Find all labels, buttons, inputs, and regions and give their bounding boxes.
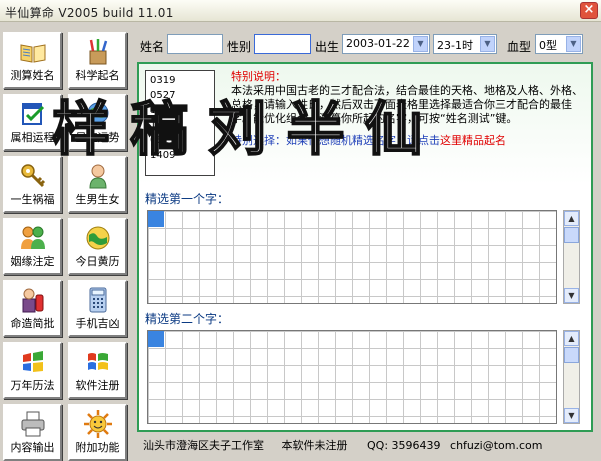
title-bar: 半仙算命 V2005 build 11.01 × <box>0 0 601 22</box>
list-item[interactable]: 1409 <box>150 148 210 163</box>
sidebar-item-label: 一生祸福 <box>10 193 55 206</box>
chevron-down-icon[interactable]: ▼ <box>564 408 579 423</box>
list-item[interactable]: 1324 <box>150 118 210 133</box>
sidebar: 测算姓名 科学起名 属相运程 星座运势 一生祸福 生男生女 姻缘注定 今日黄历 … <box>0 28 132 461</box>
blood-value: 0型 <box>539 39 557 52</box>
gender-label: 性别 <box>227 40 252 54</box>
sidebar-item-label: 生男生女 <box>75 193 120 206</box>
chevron-up-icon[interactable]: ▲ <box>564 211 579 226</box>
sidebar-item-phone-luck[interactable]: 手机吉凶 <box>68 280 127 337</box>
sidebar-item-horoscope[interactable]: 星座运势 <box>68 94 127 151</box>
windows-flag-icon <box>22 351 43 372</box>
scroll-thumb[interactable] <box>564 227 579 243</box>
gender-input[interactable] <box>254 34 311 54</box>
window-title: 半仙算命 V2005 build 11.01 <box>5 6 174 20</box>
description-body: 本法采用中国古老的三才配合法，结合最佳的天格、地格及人格、外格、总格，请输入姓氏… <box>231 84 583 125</box>
sidebar-item-label: 软件注册 <box>75 379 120 392</box>
second-char-grid[interactable] <box>147 330 557 424</box>
first-char-title: 精选第一个字： <box>145 192 230 206</box>
list-item[interactable]: 0319 <box>150 73 210 88</box>
calendar-check-icon <box>21 103 44 125</box>
sidebar-item-name-test[interactable]: 测算姓名 <box>3 32 62 89</box>
sidebar-item-label: 今日黄历 <box>75 255 120 268</box>
registration-status: 本软件未注册 <box>281 439 348 452</box>
selected-cell[interactable] <box>148 331 164 347</box>
baby-icon <box>88 164 107 189</box>
sidebar-item-label: 属相运程 <box>10 131 55 144</box>
sidebar-item-label: 内容输出 <box>10 441 55 454</box>
second-char-title: 精选第二个字： <box>145 312 230 326</box>
sidebar-item-label: 科学起名 <box>75 69 120 82</box>
sidebar-item-export[interactable]: 内容输出 <box>3 404 62 461</box>
scroll-thumb[interactable] <box>564 347 579 363</box>
random-name-hint: 特别选择：如果你想随机精选名字，请点击这里精品起名 <box>231 134 586 148</box>
list-item[interactable]: 0527 <box>150 88 210 103</box>
chevron-down-icon[interactable]: ▼ <box>480 36 495 52</box>
printer-icon <box>21 411 44 437</box>
earth-icon <box>86 226 109 250</box>
code-list[interactable]: 0319 0527 1121 1324 0611 1409 <box>145 70 215 176</box>
sidebar-item-baby-gender[interactable]: 生男生女 <box>68 156 127 213</box>
first-grid-scrollbar[interactable]: ▲ ▼ <box>563 210 580 304</box>
hour-value: 23-1时 <box>437 39 473 52</box>
list-item[interactable]: 1121 <box>150 103 210 118</box>
sidebar-item-label: 手机吉凶 <box>75 317 120 330</box>
status-bar: 汕头市澄海区夫子工作室 本软件未注册 QQ: 3596439 chfuzi@to… <box>137 436 593 456</box>
second-grid-scrollbar[interactable]: ▲ ▼ <box>563 330 580 424</box>
chevron-down-icon[interactable]: ▼ <box>413 36 428 52</box>
close-button[interactable]: × <box>580 2 598 19</box>
sun-icon <box>83 410 112 438</box>
sidebar-item-almanac[interactable]: 今日黄历 <box>68 218 127 275</box>
sidebar-item-life-fortune[interactable]: 一生祸福 <box>3 156 62 213</box>
hour-select[interactable]: 23-1时 ▼ <box>433 34 497 54</box>
blood-select[interactable]: 0型 ▼ <box>535 34 583 54</box>
premium-name-link[interactable]: 这里精品起名 <box>440 134 506 147</box>
sidebar-item-extras[interactable]: 附加功能 <box>68 404 127 461</box>
hint-text: 特别选择：如果你想随机精选名字，请点击 <box>231 134 440 147</box>
windows-logo-icon <box>87 353 108 370</box>
chevron-down-icon[interactable]: ▼ <box>566 36 581 52</box>
calculator-icon <box>89 287 106 313</box>
sidebar-item-marriage[interactable]: 姻缘注定 <box>3 218 62 275</box>
description-heading: 特别说明： <box>231 70 286 83</box>
input-row: 姓名 性别 出生 2003-01-22 ▼ 23-1时 ▼ 血型 0型 ▼ <box>137 34 597 56</box>
sidebar-item-name-gen[interactable]: 科学起名 <box>68 32 127 89</box>
main-panel: 0319 0527 1121 1324 0611 1409 特别说明： 本法采用… <box>137 62 593 432</box>
info-area: 0319 0527 1121 1324 0611 1409 特别说明： 本法采用… <box>139 64 591 184</box>
sidebar-item-label: 附加功能 <box>75 441 120 454</box>
sidebar-item-label: 星座运势 <box>75 131 120 144</box>
sidebar-item-perpetual-calendar[interactable]: 万年历法 <box>3 342 62 399</box>
name-input[interactable] <box>167 34 223 54</box>
blood-label: 血型 <box>507 40 532 54</box>
sidebar-item-label: 命造简批 <box>10 317 55 330</box>
sidebar-item-register[interactable]: 软件注册 <box>68 342 127 399</box>
date-value: 2003-01-22 <box>346 37 410 50</box>
sidebar-item-destiny-brief[interactable]: 命造简批 <box>3 280 62 337</box>
sidebar-item-label: 万年历法 <box>10 379 55 392</box>
qq-text: QQ: 3596439 <box>367 439 441 452</box>
description: 特别说明： 本法采用中国古老的三才配合法，结合最佳的天格、地格及人格、外格、总格… <box>231 70 586 148</box>
couple-icon <box>20 226 45 249</box>
chevron-up-icon[interactable]: ▲ <box>564 331 579 346</box>
company-text: 汕头市澄海区夫子工作室 <box>143 439 264 452</box>
globe-icon <box>87 102 108 126</box>
first-char-grid[interactable] <box>147 210 557 304</box>
key-icon <box>20 164 45 188</box>
list-item[interactable]: 0611 <box>150 133 210 148</box>
open-book-icon <box>20 44 45 63</box>
selected-cell[interactable] <box>148 211 164 227</box>
name-label: 姓名 <box>140 40 165 54</box>
birth-label: 出生 <box>315 40 340 54</box>
brushes-icon <box>89 39 107 65</box>
date-picker[interactable]: 2003-01-22 ▼ <box>342 34 430 54</box>
sidebar-item-zodiac-fortune[interactable]: 属相运程 <box>3 94 62 151</box>
sidebar-item-label: 姻缘注定 <box>10 255 55 268</box>
chevron-down-icon[interactable]: ▼ <box>564 288 579 303</box>
person-key-icon <box>22 288 43 313</box>
sidebar-item-label: 测算姓名 <box>10 69 55 82</box>
email-text: chfuzi@tom.com <box>450 439 543 452</box>
